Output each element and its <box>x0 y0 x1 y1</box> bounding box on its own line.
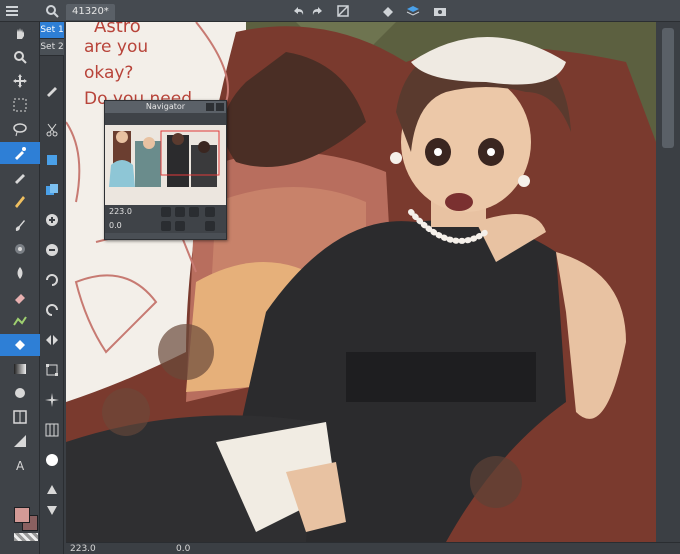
eraser-icon[interactable] <box>0 286 40 308</box>
fill-tool-icon[interactable] <box>0 334 40 356</box>
lasso-icon[interactable] <box>0 118 40 140</box>
transparent-color-swatch[interactable] <box>14 533 38 541</box>
hand-icon[interactable] <box>0 22 40 44</box>
minimize-icon[interactable] <box>206 103 214 111</box>
navigator-title: Navigator <box>145 102 186 111</box>
zoom-in-icon[interactable] <box>44 212 60 228</box>
pen-subtool-icon[interactable] <box>44 82 60 98</box>
transform-icon[interactable] <box>44 362 60 378</box>
navigator-zoom-value[interactable]: 223.0 <box>109 207 132 216</box>
fill-icon[interactable] <box>380 3 396 19</box>
eyedropper-icon[interactable] <box>0 142 40 164</box>
nav-zoom-out-icon[interactable] <box>161 207 171 217</box>
flip-icon[interactable] <box>44 332 60 348</box>
text-icon[interactable]: A <box>0 454 40 476</box>
scroll-thumb[interactable] <box>662 28 674 148</box>
status-bar: 223.0 0.0 <box>66 542 680 554</box>
document-tab[interactable]: 41320* <box>66 4 115 20</box>
triangle-down-icon[interactable] <box>44 502 60 518</box>
brush-icon[interactable] <box>0 214 40 236</box>
status-rotation[interactable]: 0.0 <box>176 543 190 554</box>
speech-line-1: Astro <box>94 22 141 37</box>
move-icon[interactable] <box>0 70 40 92</box>
nav-fit-icon[interactable] <box>189 207 199 217</box>
navigator-titlebar[interactable]: Navigator <box>105 101 226 113</box>
redo-icon[interactable] <box>310 3 326 19</box>
camera-icon[interactable] <box>432 3 448 19</box>
set-1-tab[interactable]: Set 1 <box>40 22 64 39</box>
sparkle-icon[interactable] <box>44 392 60 408</box>
nav-rotate-right-icon[interactable] <box>175 221 185 231</box>
menu-icon[interactable] <box>4 3 20 19</box>
navigator-zoom-row: 223.0 <box>105 205 226 219</box>
pencil-icon[interactable] <box>0 190 40 212</box>
shape-icon[interactable] <box>0 382 40 404</box>
rotate-right-icon[interactable] <box>44 302 60 318</box>
navigator-rotation-value[interactable]: 0.0 <box>109 221 122 230</box>
grid-icon[interactable] <box>44 422 60 438</box>
tool-palette: A <box>0 22 40 554</box>
app-window: 41320* A Set 1 Set 2 Astro are you okay?… <box>0 0 680 554</box>
top-toolbar: 41320* <box>0 0 680 22</box>
sub-tool-panel <box>40 22 64 554</box>
nav-flip-icon[interactable] <box>205 207 215 217</box>
main-color-swatch[interactable] <box>14 507 30 523</box>
svg-text:A: A <box>16 459 25 473</box>
close-icon[interactable] <box>216 103 224 111</box>
layer-new-icon[interactable] <box>44 152 60 168</box>
navigator-panel: Navigator 223.0 0.0 <box>104 100 227 240</box>
copy-layer-icon[interactable] <box>44 182 60 198</box>
select-icon[interactable] <box>0 94 40 116</box>
zoom-out-icon[interactable] <box>44 242 60 258</box>
nav-zoom-in-icon[interactable] <box>175 207 185 217</box>
layer-icon[interactable] <box>405 3 421 19</box>
zoom-tool-icon[interactable] <box>44 3 60 19</box>
vertical-scrollbar[interactable] <box>656 22 680 542</box>
status-zoom[interactable]: 223.0 <box>70 543 96 554</box>
navigator-toolbar <box>105 113 226 125</box>
undo-icon[interactable] <box>290 3 306 19</box>
speech-line-3: okay? <box>84 63 133 83</box>
nav-reset-icon[interactable] <box>205 221 215 231</box>
gradient-icon[interactable] <box>0 358 40 380</box>
frame-icon[interactable] <box>0 406 40 428</box>
ruler-icon[interactable] <box>0 430 40 452</box>
rotate-left-icon[interactable] <box>44 272 60 288</box>
set-2-tab[interactable]: Set 2 <box>40 39 64 56</box>
navigator-preview[interactable] <box>105 125 226 205</box>
triangle-up-icon[interactable] <box>44 482 60 498</box>
nav-rotate-left-icon[interactable] <box>161 221 171 231</box>
speech-line-2: are you <box>84 37 148 57</box>
clear-icon[interactable] <box>335 3 351 19</box>
pen-icon[interactable] <box>0 166 40 188</box>
blend-icon[interactable] <box>0 262 40 284</box>
decoration-icon[interactable] <box>0 310 40 332</box>
circle-icon[interactable] <box>44 452 60 468</box>
airbrush-icon[interactable] <box>0 238 40 260</box>
navigator-rotate-row: 0.0 <box>105 219 226 233</box>
scissors-icon[interactable] <box>44 122 60 138</box>
zoom-icon[interactable] <box>0 46 40 68</box>
